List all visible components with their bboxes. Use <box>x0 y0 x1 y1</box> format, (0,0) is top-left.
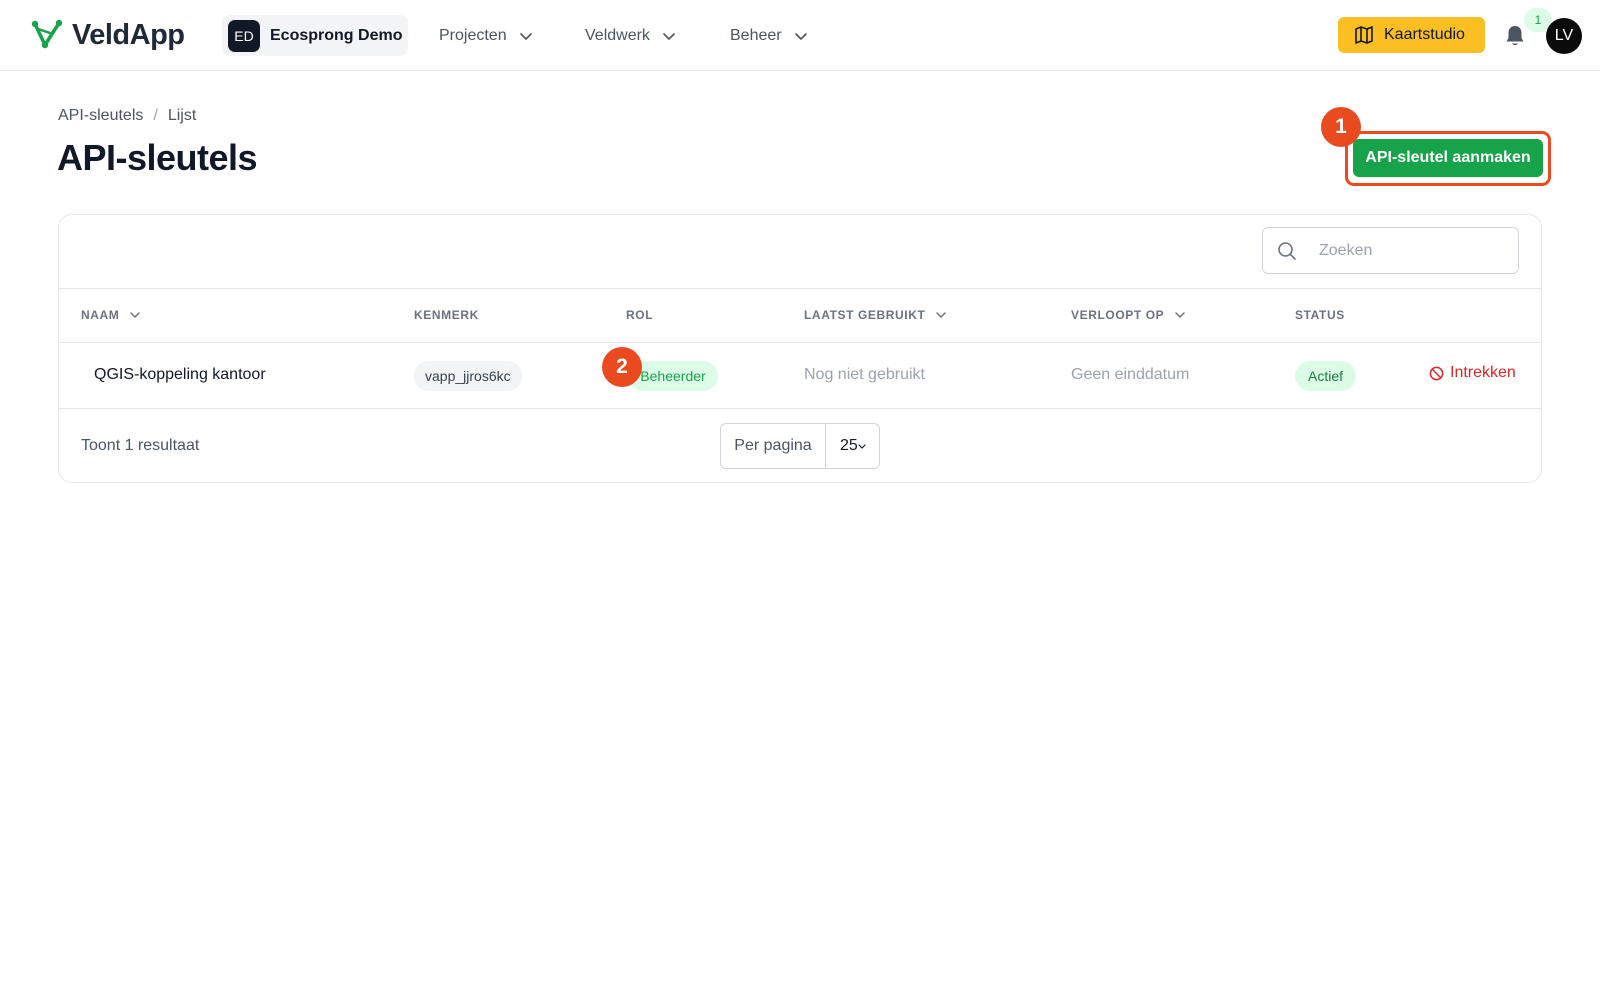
breadcrumb-item-lijst: Lijst <box>167 107 197 124</box>
result-count: Toont 1 resultaat <box>81 437 200 454</box>
tenant-name: Ecosprong Demo <box>270 26 403 44</box>
nav-veldwerk[interactable]: Veldwerk <box>585 22 676 50</box>
expires-value: Geen einddatum <box>1071 366 1190 383</box>
column-header-label: LAATST GEBRUIKT <box>804 308 926 322</box>
search-input[interactable] <box>1319 238 1509 264</box>
map-icon <box>1355 26 1373 44</box>
breadcrumb: API-sleutels / Lijst <box>58 107 196 125</box>
page-title: API-sleutels <box>57 137 258 178</box>
chevron-down-icon <box>794 33 807 40</box>
column-header-status: STATUS <box>1295 308 1345 322</box>
divider <box>59 288 1541 289</box>
chevron-down-icon <box>519 33 532 40</box>
user-avatar[interactable]: LV <box>1546 18 1582 54</box>
nav-veldwerk-label: Veldwerk <box>585 27 650 44</box>
revoke-button[interactable]: Intrekken <box>1429 364 1516 382</box>
column-header-rol: ROL <box>626 308 653 322</box>
sort-chevron-icon <box>1175 312 1186 318</box>
veldapp-logo-icon <box>31 19 63 49</box>
app-name: VeldApp <box>72 18 185 51</box>
divider <box>59 408 1541 409</box>
per-page-select[interactable]: 25 <box>826 424 879 468</box>
column-header-verloopt-op[interactable]: VERLOOPT OP <box>1071 308 1186 322</box>
kaartstudio-button[interactable]: Kaartstudio <box>1338 17 1485 53</box>
nav-projecten-label: Projecten <box>439 27 507 44</box>
chevron-down-icon <box>858 444 866 449</box>
per-page-label: Per pagina <box>721 424 826 468</box>
nav-projecten[interactable]: Projecten <box>439 22 533 50</box>
per-page-value: 25 <box>840 437 858 454</box>
revoke-label: Intrekken <box>1450 364 1516 381</box>
nav-beheer[interactable]: Beheer <box>730 22 808 50</box>
sort-chevron-icon <box>936 312 947 318</box>
search-field[interactable] <box>1262 227 1519 274</box>
breadcrumb-item-api-sleutels[interactable]: API-sleutels <box>58 107 143 125</box>
kaartstudio-label: Kaartstudio <box>1384 26 1465 43</box>
tenant-switcher[interactable]: ED Ecosprong Demo <box>222 15 408 56</box>
key-name[interactable]: QGIS-koppeling kantoor <box>94 366 266 384</box>
divider <box>59 342 1541 343</box>
column-header-kenmerk: KENMERK <box>414 308 479 322</box>
column-header-naam[interactable]: NAAM <box>81 308 141 322</box>
column-header-label: NAAM <box>81 308 120 322</box>
key-identifier-pill: vapp_jjros6kc <box>414 361 522 391</box>
create-api-key-button[interactable]: API-sleutel aanmaken <box>1353 139 1543 177</box>
top-navigation-bar: VeldApp ED Ecosprong Demo Projecten Veld… <box>0 0 1600 71</box>
status-badge: Actief <box>1295 361 1356 391</box>
nav-beheer-label: Beheer <box>730 27 782 44</box>
chevron-down-icon <box>663 33 675 40</box>
column-header-label: VERLOOPT OP <box>1071 308 1165 322</box>
column-header-laatst-gebruikt[interactable]: LAATST GEBRUIKT <box>804 308 947 322</box>
bell-icon[interactable] <box>1504 24 1526 48</box>
app-logo[interactable]: VeldApp <box>30 18 185 52</box>
ban-icon <box>1429 366 1444 380</box>
tenant-initials-badge: ED <box>228 19 260 52</box>
column-header-label: ROL <box>626 308 654 322</box>
sort-chevron-icon <box>130 312 141 318</box>
step-marker-1: 1 <box>1321 107 1361 147</box>
column-header-label: KENMERK <box>414 308 479 322</box>
search-icon <box>1278 242 1296 260</box>
column-header-label: STATUS <box>1295 308 1345 322</box>
last-used-value: Nog niet gebruikt <box>804 366 925 383</box>
breadcrumb-separator: / <box>153 107 158 124</box>
step-marker-2: 2 <box>602 347 642 387</box>
per-page-selector[interactable]: Per pagina 25 <box>720 423 880 469</box>
